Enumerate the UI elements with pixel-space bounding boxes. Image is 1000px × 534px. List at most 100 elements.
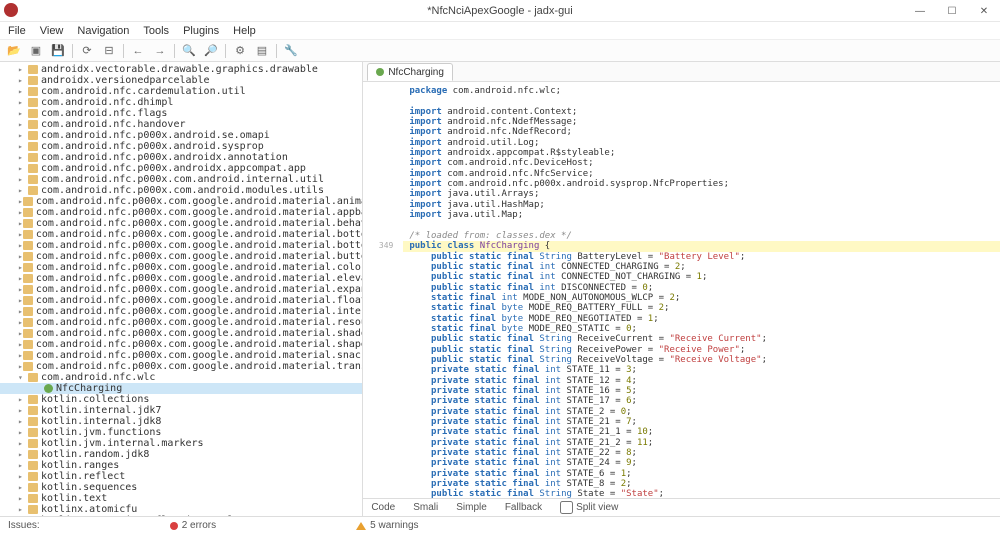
- tree-item[interactable]: ▸kotlinx.atomicfu: [0, 504, 362, 515]
- tree-item[interactable]: NfcCharging: [0, 383, 362, 394]
- split-view-toggle[interactable]: Split view: [560, 501, 618, 514]
- tab-simple[interactable]: Simple: [456, 502, 487, 513]
- expand-icon[interactable]: ▸: [18, 120, 28, 129]
- tree-item[interactable]: ▸com.android.nfc.p000x.com.google.androi…: [0, 207, 362, 218]
- tree-item[interactable]: ▸kotlin.sequences: [0, 482, 362, 493]
- expand-icon[interactable]: ▸: [18, 450, 28, 459]
- minimize-button[interactable]: —: [904, 0, 936, 22]
- tree-item[interactable]: ▸com.android.nfc.p000x.com.google.androi…: [0, 328, 362, 339]
- expand-icon[interactable]: ▸: [18, 186, 28, 195]
- tree-item[interactable]: ▸com.android.nfc.handover: [0, 119, 362, 130]
- tree-item[interactable]: ▸com.android.nfc.p000x.androidx.appcompa…: [0, 163, 362, 174]
- save-icon[interactable]: 💾: [50, 43, 66, 59]
- expand-icon[interactable]: ▸: [18, 428, 28, 437]
- tree-item[interactable]: ▸com.android.nfc.p000x.com.google.androi…: [0, 317, 362, 328]
- tree-item[interactable]: ▸com.android.nfc.p000x.androidx.annotati…: [0, 152, 362, 163]
- sync-icon[interactable]: ⟳: [79, 43, 95, 59]
- tree-item[interactable]: ▸com.android.nfc.flags: [0, 108, 362, 119]
- tree-item[interactable]: ▸kotlin.random.jdk8: [0, 449, 362, 460]
- tree-item[interactable]: ▸kotlin.jvm.functions: [0, 427, 362, 438]
- open-icon[interactable]: 📂: [6, 43, 22, 59]
- wrench-icon[interactable]: 🔧: [283, 43, 299, 59]
- tree-item[interactable]: ▸com.android.nfc.cardemulation.util: [0, 86, 362, 97]
- tab-code[interactable]: Code: [371, 502, 395, 513]
- forward-icon[interactable]: →: [152, 43, 168, 59]
- tab-smali[interactable]: Smali: [413, 502, 438, 513]
- tree-item[interactable]: ▸com.android.nfc.p000x.com.google.androi…: [0, 240, 362, 251]
- expand-icon[interactable]: ▸: [18, 98, 28, 107]
- menu-navigation[interactable]: Navigation: [77, 25, 129, 37]
- tree-item[interactable]: ▾com.android.nfc.wlc: [0, 372, 362, 383]
- log-icon[interactable]: ▤: [254, 43, 270, 59]
- tree-item[interactable]: ▸com.android.nfc.p000x.com.google.androi…: [0, 196, 362, 207]
- close-button[interactable]: ✕: [968, 0, 1000, 22]
- flatten-icon[interactable]: ⊟: [101, 43, 117, 59]
- tab-fallback[interactable]: Fallback: [505, 502, 542, 513]
- expand-icon[interactable]: ▸: [18, 406, 28, 415]
- menu-plugins[interactable]: Plugins: [183, 25, 219, 37]
- code-editor[interactable]: package com.android.nfc.wlc; import andr…: [363, 82, 1000, 498]
- tree-item[interactable]: ▸com.android.nfc.p000x.com.google.androi…: [0, 262, 362, 273]
- expand-icon[interactable]: ▸: [18, 395, 28, 404]
- menu-file[interactable]: File: [8, 25, 26, 37]
- tree-item[interactable]: ▸com.android.nfc.dhimpl: [0, 97, 362, 108]
- tree-item[interactable]: ▸com.android.nfc.p000x.com.google.androi…: [0, 218, 362, 229]
- maximize-button[interactable]: ☐: [936, 0, 968, 22]
- tree-item[interactable]: ▸kotlin.internal.jdk8: [0, 416, 362, 427]
- expand-icon[interactable]: ▸: [18, 175, 28, 184]
- menu-tools[interactable]: Tools: [143, 25, 169, 37]
- tree-item-label: com.android.nfc.p000x.com.google.android…: [36, 317, 364, 328]
- tree-item[interactable]: ▸kotlin.internal.jdk7: [0, 405, 362, 416]
- tree-item[interactable]: ▸com.android.nfc.p000x.com.google.androi…: [0, 229, 362, 240]
- tree-item[interactable]: ▸com.android.nfc.p000x.com.google.androi…: [0, 273, 362, 284]
- tree-item[interactable]: ▸androidx.vectorable.drawable.graphics.d…: [0, 64, 362, 75]
- search-icon[interactable]: 🔍: [181, 43, 197, 59]
- new-project-icon[interactable]: ▣: [28, 43, 44, 59]
- tree-item[interactable]: ▸com.android.nfc.p000x.android.sysprop: [0, 141, 362, 152]
- tree-item[interactable]: ▸com.android.nfc.p000x.com.android.modul…: [0, 185, 362, 196]
- expand-icon[interactable]: ▸: [18, 494, 28, 503]
- search2-icon[interactable]: 🔎: [203, 43, 219, 59]
- errors-count[interactable]: 2 errors: [182, 520, 216, 531]
- warnings-count[interactable]: 5 warnings: [370, 520, 418, 531]
- menu-help[interactable]: Help: [233, 25, 256, 37]
- tree-item[interactable]: ▸com.android.nfc.p000x.com.google.androi…: [0, 339, 362, 350]
- tree-item[interactable]: ▸kotlin.text: [0, 493, 362, 504]
- expand-icon[interactable]: ▸: [18, 153, 28, 162]
- expand-icon[interactable]: ▸: [18, 109, 28, 118]
- package-tree[interactable]: ▸androidx.vectorable.drawable.graphics.d…: [0, 62, 363, 516]
- tree-item[interactable]: ▸com.android.nfc.p000x.com.google.androi…: [0, 350, 362, 361]
- tree-item[interactable]: ▸com.android.nfc.p000x.com.android.inter…: [0, 174, 362, 185]
- expand-icon[interactable]: ▸: [18, 76, 28, 85]
- deobf-icon[interactable]: ⚙: [232, 43, 248, 59]
- expand-icon[interactable]: ▸: [18, 461, 28, 470]
- tree-item[interactable]: ▸com.android.nfc.p000x.com.google.androi…: [0, 284, 362, 295]
- expand-icon[interactable]: ▸: [18, 439, 28, 448]
- expand-icon[interactable]: ▸: [18, 65, 28, 74]
- tree-item[interactable]: ▸com.android.nfc.p000x.com.google.androi…: [0, 306, 362, 317]
- menu-view[interactable]: View: [40, 25, 64, 37]
- tree-item[interactable]: ▸com.android.nfc.p000x.com.google.androi…: [0, 251, 362, 262]
- expand-icon[interactable]: ▸: [18, 472, 28, 481]
- tree-item[interactable]: ▸kotlin.jvm.internal.markers: [0, 438, 362, 449]
- tree-item[interactable]: ▸kotlin.reflect: [0, 471, 362, 482]
- tree-item[interactable]: ▸kotlin.ranges: [0, 460, 362, 471]
- package-icon: [23, 241, 33, 250]
- tree-item[interactable]: ▸androidx.versionedparcelable: [0, 75, 362, 86]
- tree-item[interactable]: ▸kotlin.collections: [0, 394, 362, 405]
- expand-icon[interactable]: ▸: [18, 505, 28, 514]
- expand-icon[interactable]: ▸: [18, 142, 28, 151]
- expand-icon[interactable]: ▸: [18, 483, 28, 492]
- split-view-checkbox[interactable]: [560, 501, 573, 514]
- expand-icon[interactable]: ▸: [18, 164, 28, 173]
- tree-item[interactable]: ▸com.android.nfc.p000x.com.google.androi…: [0, 361, 362, 372]
- expand-icon[interactable]: ▸: [18, 131, 28, 140]
- expand-icon[interactable]: ▸: [18, 417, 28, 426]
- tree-item[interactable]: ▸com.android.nfc.p000x.com.google.androi…: [0, 295, 362, 306]
- tab-nfccharging[interactable]: NfcCharging: [367, 63, 453, 81]
- back-icon[interactable]: ←: [130, 43, 146, 59]
- tree-item[interactable]: ▸kotlinx.coroutines.flow.internal: [0, 515, 362, 516]
- tree-item[interactable]: ▸com.android.nfc.p000x.android.se.omapi: [0, 130, 362, 141]
- expand-icon[interactable]: ▾: [18, 373, 28, 382]
- expand-icon[interactable]: ▸: [18, 87, 28, 96]
